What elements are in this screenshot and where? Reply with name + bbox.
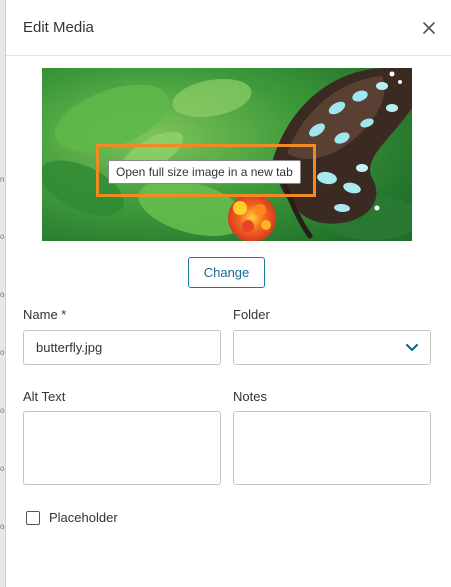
placeholder-checkbox[interactable]	[26, 511, 40, 525]
background-text-fragment: o	[0, 465, 5, 473]
placeholder-label[interactable]: Placeholder	[49, 510, 118, 525]
folder-label: Folder	[233, 307, 270, 322]
alt-text-label: Alt Text	[23, 389, 66, 404]
name-input-value: butterfly.jpg	[36, 340, 103, 355]
close-button[interactable]	[417, 16, 441, 40]
name-label: Name *	[23, 307, 67, 322]
background-text-fragment: o	[0, 349, 5, 357]
dialog-title: Edit Media	[23, 19, 94, 36]
background-text-fragment: n	[0, 176, 5, 184]
open-full-size-tooltip: Open full size image in a new tab	[108, 160, 301, 184]
folder-select[interactable]	[233, 330, 431, 365]
notes-label: Notes	[233, 389, 267, 404]
name-input[interactable]: butterfly.jpg	[23, 330, 221, 365]
notes-textarea[interactable]	[233, 411, 431, 485]
background-text-fragment: o	[0, 291, 5, 299]
background-text-fragment: o	[0, 233, 5, 241]
dialog-header: Edit Media	[6, 0, 451, 56]
background-text-fragment: o	[0, 523, 5, 531]
edit-media-dialog: Edit Media Open full size image in a new…	[6, 0, 451, 587]
close-icon	[423, 22, 435, 34]
change-button[interactable]: Change	[188, 257, 265, 288]
chevron-down-icon	[405, 343, 419, 352]
alt-text-textarea[interactable]	[23, 411, 221, 485]
background-text-fragment: o	[0, 407, 5, 415]
